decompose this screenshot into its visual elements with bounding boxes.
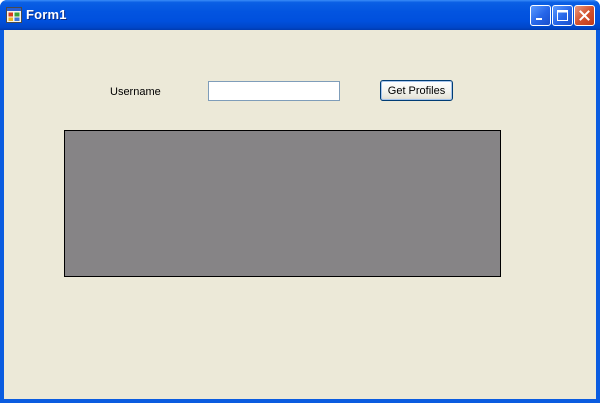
form-app-icon	[6, 7, 22, 23]
profiles-data-grid[interactable]	[64, 130, 501, 277]
close-icon	[579, 10, 590, 21]
minimize-button[interactable]	[530, 5, 551, 26]
main-window: Form1 Username Get Profiles	[0, 0, 600, 403]
minimize-icon	[536, 18, 542, 20]
window-title: Form1	[26, 7, 67, 22]
username-input[interactable]	[208, 81, 340, 101]
title-bar[interactable]: Form1	[0, 0, 600, 30]
get-profiles-button[interactable]: Get Profiles	[380, 80, 453, 101]
maximize-button[interactable]	[552, 5, 573, 26]
form-client-area: Username Get Profiles	[4, 30, 596, 399]
close-button[interactable]	[574, 5, 595, 26]
username-label: Username	[110, 86, 161, 98]
maximize-icon	[557, 10, 568, 21]
